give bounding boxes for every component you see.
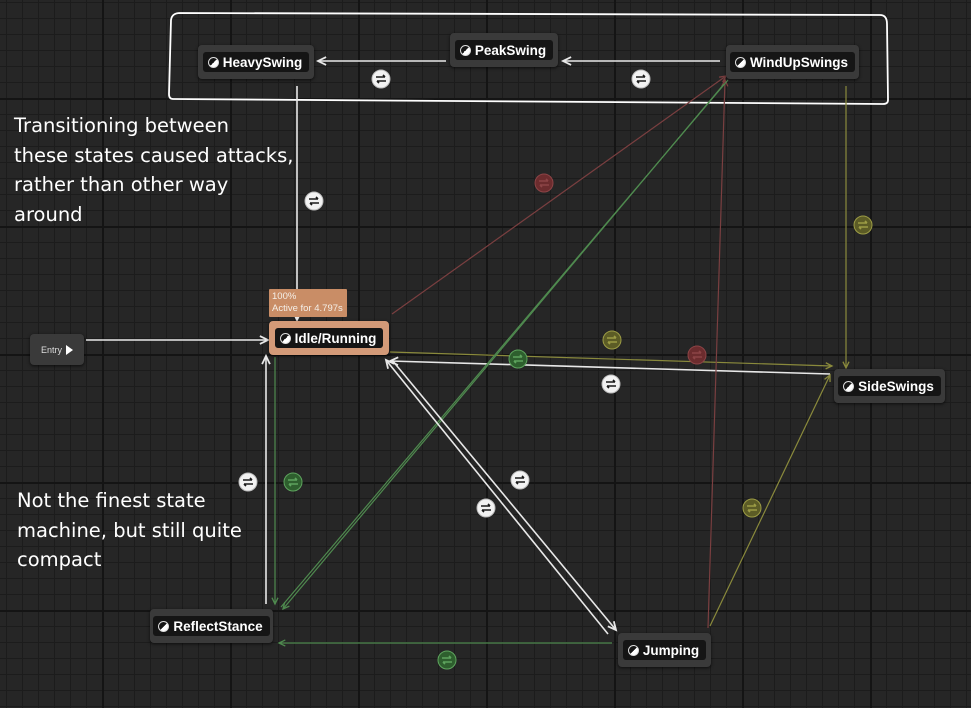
transition-graph (86, 12, 889, 670)
state-icon (843, 380, 855, 392)
transition-rule-icon[interactable] (742, 498, 762, 518)
state-icon (734, 56, 746, 68)
transition-rule-icon[interactable] (304, 191, 324, 211)
annotation-top: Transitioning between these states cause… (14, 114, 294, 226)
state-idle-running[interactable]: Idle/Running (269, 321, 389, 355)
state-icon (459, 44, 471, 56)
state-peak-swing[interactable]: PeakSwing (450, 33, 558, 67)
play-arrow-icon (66, 344, 73, 355)
state-icon (627, 644, 639, 656)
wire-idle-to-jumping (391, 359, 617, 631)
state-heavy-swing[interactable]: HeavySwing (198, 45, 314, 79)
wire-jumping-to-windup (707, 79, 726, 629)
state-side-swings[interactable]: SideSwings (834, 369, 945, 403)
transition-rule-icon[interactable] (508, 349, 528, 369)
state-label: PeakSwing (474, 42, 547, 58)
state-label: WindUpSwings (749, 54, 849, 70)
state-label: HeavySwing (222, 54, 303, 70)
wire-jumping-to-side (709, 374, 831, 627)
state-wind-up-swings[interactable]: WindUpSwings (726, 45, 859, 79)
entry-label: Entry (40, 344, 62, 355)
state-icon (207, 56, 219, 68)
state-icon (158, 620, 170, 632)
transition-rule-icon[interactable] (601, 374, 621, 394)
state-label: Jumping (642, 642, 700, 658)
wire-side-to-idle (389, 360, 831, 375)
wire-idle-to-windup (391, 75, 727, 315)
transition-rule-icon[interactable] (602, 330, 622, 350)
active-percent: 100% (272, 291, 297, 302)
state-label: Idle/Running (294, 330, 377, 346)
active-duration: Active for 4.797s (272, 303, 343, 314)
transition-rule-icon[interactable] (534, 173, 554, 193)
state-jumping[interactable]: Jumping (618, 633, 711, 667)
transition-rule-icon[interactable] (687, 345, 707, 365)
annotation-bottom: Not the finest state machine, but still … (17, 489, 242, 571)
transition-rule-icon[interactable] (476, 498, 496, 518)
active-state-badge: 100% Active for 4.797s (269, 289, 347, 317)
wire-jumping-to-idle (385, 359, 609, 635)
entry-node[interactable]: Entry (30, 334, 84, 365)
transition-rule-icon[interactable] (371, 69, 391, 89)
state-label: ReflectStance (173, 618, 263, 634)
wire-idle-to-side (389, 351, 833, 367)
transition-rule-icon[interactable] (510, 470, 530, 490)
transition-rule-icon[interactable] (631, 69, 651, 89)
transition-rule-icon[interactable] (283, 472, 303, 492)
state-reflect-stance[interactable]: ReflectStance (150, 609, 273, 643)
transition-rule-icon[interactable] (437, 650, 457, 670)
state-label: SideSwings (858, 378, 934, 394)
transition-rule-icon[interactable] (853, 215, 873, 235)
state-icon (279, 332, 291, 344)
